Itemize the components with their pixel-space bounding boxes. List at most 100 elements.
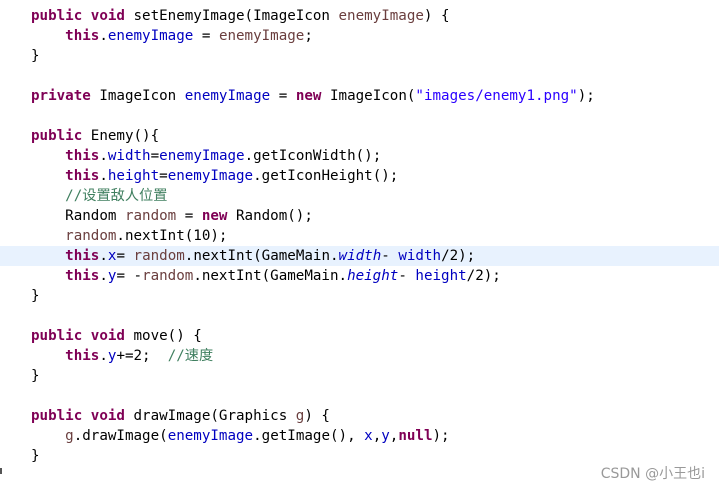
code-token: = bbox=[270, 88, 296, 104]
code-token: public void bbox=[31, 8, 134, 24]
code-token: random bbox=[124, 208, 177, 224]
code-token: . bbox=[99, 148, 108, 164]
code-line-14[interactable]: this.y= -random.nextInt(GameMain.height-… bbox=[0, 266, 719, 286]
code-line-5[interactable]: private ImageIcon enemyImage = new Image… bbox=[0, 86, 719, 106]
code-token: = bbox=[116, 248, 134, 264]
code-token: . bbox=[99, 268, 108, 284]
code-token: } bbox=[31, 48, 40, 64]
code-token: .nextInt(10); bbox=[116, 228, 228, 244]
code-line-4[interactable] bbox=[0, 66, 719, 86]
code-token: . bbox=[99, 248, 108, 264]
code-token: random bbox=[142, 268, 194, 284]
code-token: = - bbox=[116, 268, 143, 284]
code-token: y bbox=[381, 428, 390, 444]
code-line-12[interactable]: random.nextInt(10); bbox=[0, 226, 719, 246]
code-token: this bbox=[65, 168, 100, 184]
gutter-marker bbox=[0, 468, 2, 474]
code-line-text: } bbox=[31, 366, 40, 386]
code-token: - bbox=[381, 248, 399, 264]
code-line-text: public void setEnemyImage(ImageIcon enem… bbox=[31, 6, 450, 26]
code-token: this bbox=[65, 348, 100, 364]
code-token: .drawImage( bbox=[73, 428, 168, 444]
code-line-20[interactable] bbox=[0, 386, 719, 406]
code-token: . bbox=[99, 348, 108, 364]
code-line-text: this.enemyImage = enemyImage; bbox=[31, 26, 313, 46]
code-line-text: this.height=enemyImage.getIconHeight(); bbox=[31, 166, 398, 186]
code-line-text: } bbox=[31, 286, 40, 306]
code-token: ImageIcon bbox=[99, 88, 185, 104]
code-line-text: Random random = new Random(); bbox=[31, 206, 313, 226]
code-token: - bbox=[398, 268, 416, 284]
code-token: /2); bbox=[466, 268, 501, 284]
code-token: Enemy(){ bbox=[90, 128, 160, 144]
code-token: = bbox=[150, 148, 160, 164]
code-line-text: public Enemy(){ bbox=[31, 126, 159, 146]
code-line-text: this.y= -random.nextInt(GameMain.height-… bbox=[31, 266, 501, 286]
code-token: } bbox=[31, 288, 40, 304]
code-line-2[interactable]: this.enemyImage = enemyImage; bbox=[0, 26, 719, 46]
code-token: +=2; bbox=[116, 348, 168, 364]
code-token: move() { bbox=[133, 328, 202, 344]
code-token: .nextInt(GameMain. bbox=[184, 248, 339, 264]
code-line-7[interactable]: public Enemy(){ bbox=[0, 126, 719, 146]
code-line-9[interactable]: this.height=enemyImage.getIconHeight(); bbox=[0, 166, 719, 186]
code-line-6[interactable] bbox=[0, 106, 719, 126]
code-token: height bbox=[347, 268, 399, 284]
code-token: } bbox=[31, 448, 40, 464]
code-token: public void bbox=[31, 328, 134, 344]
code-token: this bbox=[65, 248, 100, 264]
code-line-10[interactable]: //设置敌人位置 bbox=[0, 186, 719, 206]
code-token: .nextInt(GameMain. bbox=[193, 268, 348, 284]
code-line-text: private ImageIcon enemyImage = new Image… bbox=[31, 86, 595, 106]
code-token: this bbox=[65, 268, 100, 284]
code-line-22[interactable]: g.drawImage(enemyImage.getImage(), x,y,n… bbox=[0, 426, 719, 446]
code-line-3[interactable]: } bbox=[0, 46, 719, 66]
code-token: public void bbox=[31, 408, 134, 424]
code-line-17[interactable]: public void move() { bbox=[0, 326, 719, 346]
code-token: width bbox=[338, 248, 382, 264]
code-token: .getImage(), bbox=[253, 428, 365, 444]
code-token: random bbox=[133, 248, 185, 264]
code-token: //速度 bbox=[167, 348, 214, 364]
code-line-text: } bbox=[31, 446, 40, 466]
code-token: enemyImage bbox=[184, 88, 271, 104]
code-token: .getIconWidth(); bbox=[244, 148, 382, 164]
code-token: drawImage(Graphics bbox=[133, 408, 296, 424]
code-line-8[interactable]: this.width=enemyImage.getIconWidth(); bbox=[0, 146, 719, 166]
code-token: Random(); bbox=[236, 208, 313, 224]
code-token: this bbox=[65, 28, 100, 44]
code-token: this bbox=[65, 148, 100, 164]
code-token: "images/enemy1.png" bbox=[415, 88, 578, 104]
code-line-11[interactable]: Random random = new Random(); bbox=[0, 206, 719, 226]
code-token: width bbox=[398, 248, 442, 264]
code-line-text: this.x= random.nextInt(GameMain.width- w… bbox=[31, 246, 475, 266]
code-line-text: public void drawImage(Graphics g) { bbox=[31, 406, 330, 426]
code-token: enemyImage bbox=[338, 8, 424, 24]
code-token: x bbox=[364, 428, 373, 444]
code-line-1[interactable]: public void setEnemyImage(ImageIcon enem… bbox=[0, 6, 719, 26]
code-token: /2); bbox=[441, 248, 476, 264]
code-line-text: public void move() { bbox=[31, 326, 202, 346]
code-token: ); bbox=[577, 88, 595, 104]
code-line-18[interactable]: this.y+=2; //速度 bbox=[0, 346, 719, 366]
code-line-text: this.y+=2; //速度 bbox=[31, 346, 213, 366]
code-line-16[interactable] bbox=[0, 306, 719, 326]
code-line-13[interactable]: this.x= random.nextInt(GameMain.width- w… bbox=[0, 246, 719, 266]
code-token: ); bbox=[432, 428, 450, 444]
code-line-15[interactable]: } bbox=[0, 286, 719, 306]
code-token: private bbox=[31, 88, 100, 104]
code-token: } bbox=[31, 368, 40, 384]
code-editor[interactable]: public void setEnemyImage(ImageIcon enem… bbox=[0, 0, 719, 493]
code-token: = bbox=[159, 168, 168, 184]
code-line-19[interactable]: } bbox=[0, 366, 719, 386]
code-line-21[interactable]: public void drawImage(Graphics g) { bbox=[0, 406, 719, 426]
code-token: ) { bbox=[304, 408, 330, 424]
code-token: random bbox=[65, 228, 117, 244]
